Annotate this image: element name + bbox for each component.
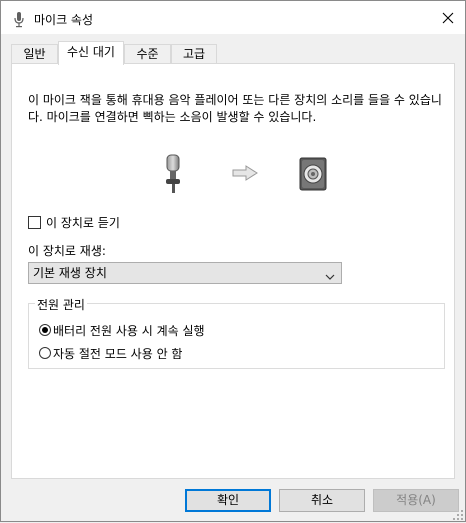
tab-label: 수준 (136, 47, 159, 61)
close-button[interactable] (431, 4, 465, 34)
listen-illustration (162, 153, 327, 198)
power-management-group: 전원 관리 배터리 전원 사용 시 계속 실행 자동 절전 모드 사용 안 함 (28, 296, 445, 369)
radio-disable-sleep[interactable] (39, 347, 51, 359)
power-option-disable-sleep[interactable]: 자동 절전 모드 사용 안 함 (39, 345, 182, 361)
listen-tab-panel: 이 마이크 잭을 통해 휴대용 음악 플레이어 또는 다른 장치의 소리를 들을… (11, 63, 455, 479)
listen-description: 이 마이크 잭을 통해 휴대용 음악 플레이어 또는 다른 장치의 소리를 들을… (28, 93, 442, 124)
tab-label: 수신 대기 (67, 45, 115, 59)
power-management-legend: 전원 관리 (35, 296, 87, 313)
tab-label: 고급 (182, 47, 206, 61)
speaker-icon (299, 157, 327, 194)
microphone-icon (162, 153, 186, 198)
close-icon (442, 12, 454, 27)
tab-label: 일반 (23, 47, 46, 61)
properties-dialog: 마이크 속성 일반 수신 대기 수준 고급 이 마이크 잭을 통해 휴대용 음악… (0, 0, 466, 522)
tab-general[interactable]: 일반 (11, 44, 58, 63)
listen-checkbox[interactable] (28, 215, 41, 229)
listen-checkbox-label: 이 장치로 듣기 (46, 215, 120, 230)
cancel-button[interactable]: 취소 (279, 489, 365, 512)
playback-device-select[interactable]: 기본 재생 장치 (28, 262, 342, 284)
arrow-right-icon (232, 165, 258, 184)
chevron-down-icon (325, 268, 335, 280)
tab-advanced[interactable]: 고급 (171, 44, 217, 63)
ok-button[interactable]: 확인 (185, 489, 271, 512)
window-title: 마이크 속성 (34, 13, 94, 27)
tab-listen[interactable]: 수신 대기 (58, 41, 124, 65)
microphone-icon (14, 12, 24, 28)
listen-checkbox-row[interactable]: 이 장치로 듣기 (28, 214, 120, 230)
playback-label: 이 장치로 재생: (28, 244, 106, 258)
title-bar: 마이크 속성 (1, 4, 465, 34)
power-option-continue[interactable]: 배터리 전원 사용 시 계속 실행 (39, 322, 205, 338)
playback-device-value: 기본 재생 장치 (33, 266, 107, 280)
power-option-label: 자동 절전 모드 사용 안 함 (53, 346, 183, 361)
radio-continue[interactable] (39, 324, 51, 336)
tab-levels[interactable]: 수준 (124, 44, 171, 63)
apply-button[interactable]: 적용(A) (373, 489, 459, 512)
resize-grip-icon[interactable] (453, 509, 463, 520)
power-option-label: 배터리 전원 사용 시 계속 실행 (53, 323, 205, 338)
